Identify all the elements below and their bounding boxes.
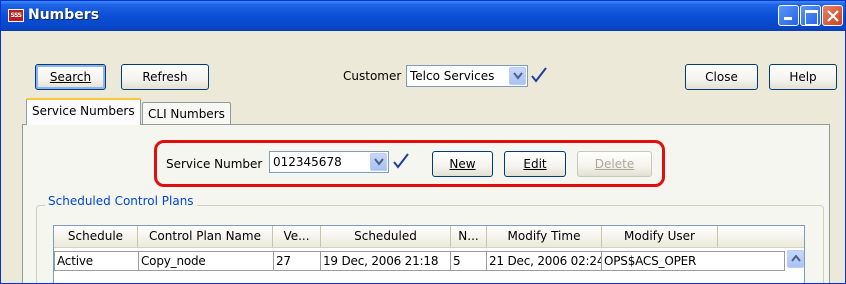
title-bar[interactable]: SSS Numbers (1, 1, 845, 31)
table-cell: Active (54, 251, 139, 271)
service-number-value: 012345678 (273, 155, 342, 169)
customer-value: Telco Services (410, 69, 495, 83)
table-cell: Copy_node (139, 251, 274, 271)
edit-button-label: Edit (523, 157, 547, 171)
table-cell: OPS$ACS_OPER (602, 251, 785, 271)
customer-check-icon (531, 67, 547, 83)
help-button[interactable]: Help (769, 64, 837, 90)
delete-button[interactable]: Delete (577, 151, 652, 177)
chevron-down-icon[interactable] (370, 153, 387, 171)
chevron-down-icon[interactable] (509, 67, 526, 85)
service-number-select[interactable]: 012345678 (269, 151, 389, 173)
table-cell: 19 Dec, 2006 21:18 (321, 251, 451, 271)
close-icon[interactable] (822, 5, 843, 26)
group-title: Scheduled Control Plans (45, 194, 197, 208)
column-header[interactable]: Modify Time (487, 226, 602, 247)
numbers-window: SSS Numbers Search Refresh Customer Telc… (0, 0, 846, 284)
column-header[interactable]: Scheduled (321, 226, 451, 247)
help-button-label: Help (789, 70, 817, 84)
column-header[interactable]: N... (451, 226, 487, 247)
column-header[interactable]: Control Plan Name (138, 226, 273, 247)
minimize-icon[interactable] (778, 5, 799, 26)
column-header[interactable]: Ve... (273, 226, 321, 247)
close-button-label: Close (705, 70, 738, 84)
column-header[interactable]: Schedule (54, 226, 138, 247)
scroll-up-icon[interactable] (787, 250, 804, 268)
table-row[interactable]: Active Copy_node 27 19 Dec, 2006 21:18 5… (54, 251, 804, 271)
customer-select[interactable]: Telco Services (406, 65, 528, 87)
table-cell: 27 (274, 251, 321, 271)
new-button-label: New (449, 157, 476, 171)
delete-button-label: Delete (594, 157, 635, 171)
service-number-label: Service Number (166, 157, 263, 171)
tab-cli-numbers[interactable]: CLI Numbers (142, 102, 231, 126)
scheduled-plans-table: Schedule Control Plan Name Ve... Schedul… (53, 225, 805, 283)
refresh-button[interactable]: Refresh (121, 64, 209, 90)
customer-label: Customer (343, 69, 402, 83)
column-header[interactable]: Modify User (602, 226, 718, 247)
service-number-check-icon (393, 153, 409, 169)
search-button[interactable]: Search (35, 64, 106, 90)
app-icon: SSS (8, 9, 24, 22)
table-header: Schedule Control Plan Name Ve... Schedul… (54, 226, 804, 248)
maximize-icon[interactable] (800, 5, 821, 26)
window-title: Numbers (28, 7, 100, 23)
table-cell: 21 Dec, 2006 02:24 (487, 251, 602, 271)
tab-service-numbers[interactable]: Service Numbers (26, 98, 141, 125)
search-button-label: Search (49, 70, 92, 84)
edit-button[interactable]: Edit (504, 151, 566, 177)
refresh-button-label: Refresh (142, 70, 188, 84)
close-button[interactable]: Close (685, 64, 758, 90)
new-button[interactable]: New (432, 151, 493, 177)
table-cell: 5 (451, 251, 487, 271)
